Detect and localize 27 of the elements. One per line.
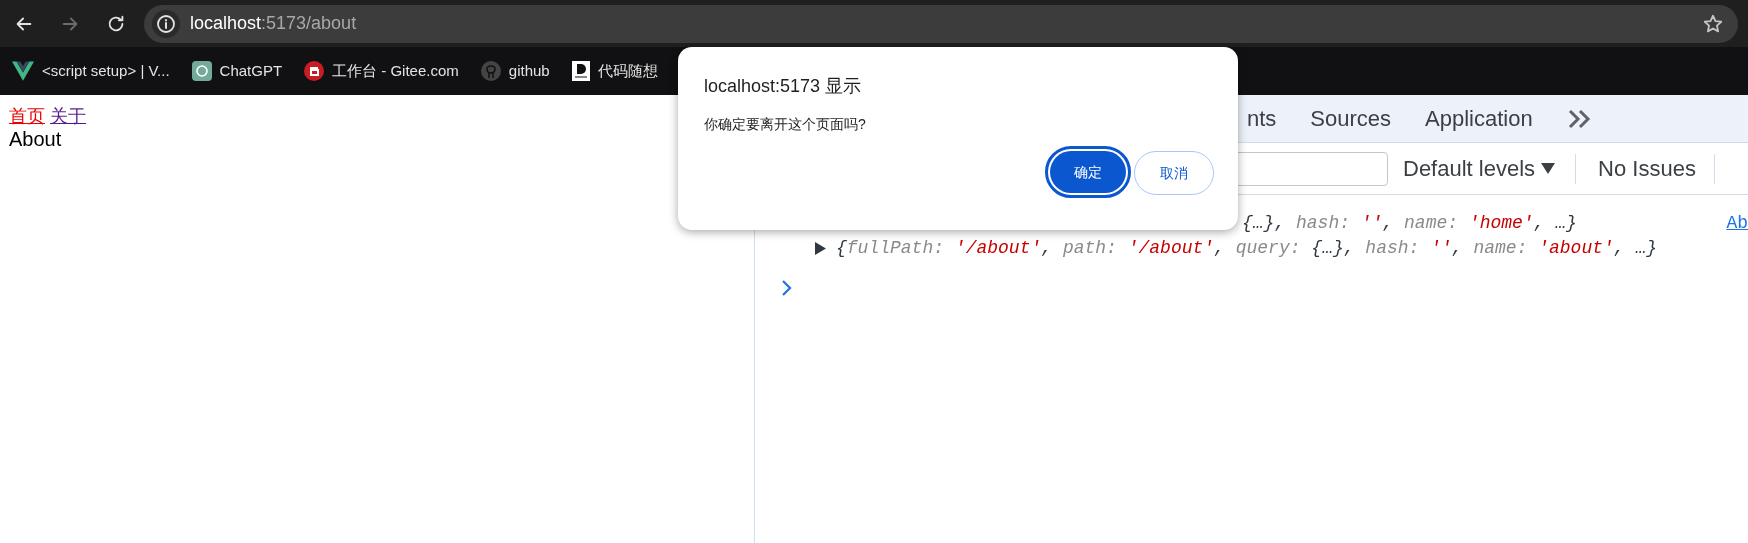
bookmark-item[interactable]: github bbox=[480, 59, 550, 83]
url-text: localhost:5173/about bbox=[190, 12, 357, 35]
bookmark-item[interactable]: ChatGPT bbox=[191, 59, 283, 83]
console-object: {…}, hash: '', name: 'home', …} bbox=[1242, 212, 1577, 235]
caret-icon bbox=[1541, 162, 1556, 175]
devtools-tab[interactable]: Sources bbox=[1310, 102, 1392, 135]
dialog-title: localhost:5173 显示 bbox=[704, 75, 863, 98]
devtools-tab[interactable]: nts bbox=[1247, 102, 1277, 135]
address-bar[interactable]: localhost:5173/about bbox=[144, 4, 1738, 43]
bookmark-item[interactable]: 代码随想 bbox=[571, 59, 658, 83]
expand-triangle-icon[interactable] bbox=[815, 242, 826, 255]
letter-d-logo-icon bbox=[571, 61, 590, 81]
info-icon[interactable] bbox=[152, 9, 180, 38]
dialog-message: 你确定要离开这个页面吗? bbox=[704, 115, 867, 134]
bookmark-item[interactable]: <script setup> | V... bbox=[12, 59, 170, 83]
console-object: {fullPath: '/about', path: '/about', query: {…}, hash: '', name: 'about', …} bbox=[836, 237, 1658, 260]
more-tabs-icon[interactable] bbox=[1566, 107, 1591, 130]
devtools-tab[interactable]: Application bbox=[1425, 102, 1533, 135]
bookmark-item[interactable]: 工作台 - Gitee.com bbox=[304, 59, 459, 83]
issues-button[interactable]: No Issues bbox=[1598, 152, 1696, 185]
console-prompt-icon[interactable] bbox=[781, 279, 793, 297]
star-icon[interactable] bbox=[1702, 12, 1724, 35]
page-heading: About bbox=[9, 127, 63, 151]
vue-logo-icon bbox=[12, 61, 34, 81]
cancel-button[interactable]: 取消 bbox=[1134, 151, 1214, 195]
levels-dropdown[interactable]: Default levels bbox=[1403, 152, 1556, 185]
source-link[interactable]: Ab bbox=[1706, 210, 1748, 237]
